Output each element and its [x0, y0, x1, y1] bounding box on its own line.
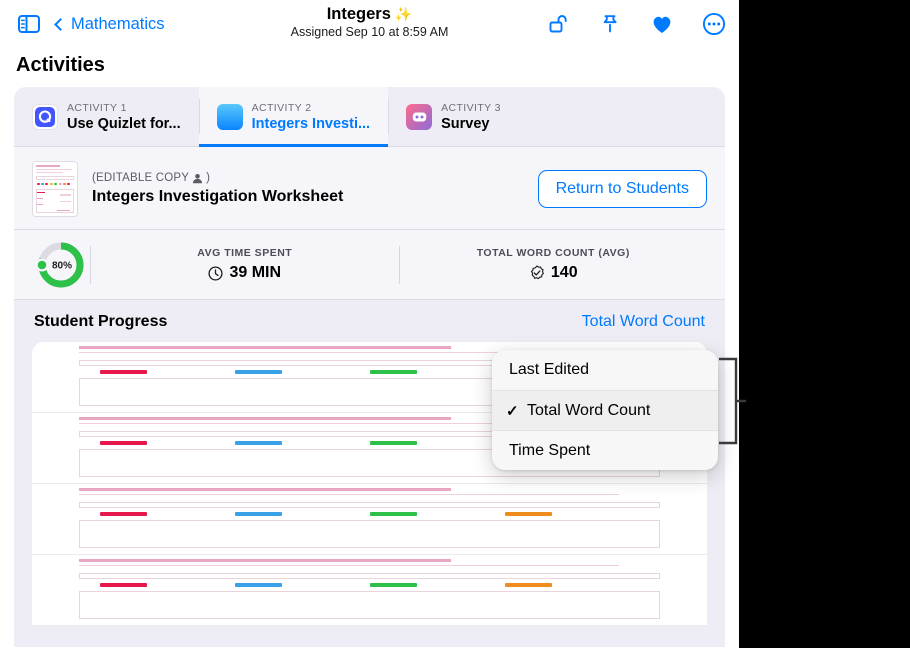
worksheet-thumbnail-art: [33, 162, 77, 216]
tab-activity-1-kicker: ACTIVITY 1: [67, 101, 181, 115]
stats-strip: 80% AVG TIME SPENT 39 MIN: [14, 230, 725, 300]
stat-avg-time-spent-value: 39 MIN: [229, 264, 281, 282]
pin-icon[interactable]: [597, 11, 623, 37]
completion-ring: 80%: [32, 239, 90, 291]
document-kicker-text: (EDITABLE COPY: [92, 172, 189, 184]
student-work-thumbnail-art: [550, 565, 590, 615]
menu-item-last-edited[interactable]: Last Edited: [492, 350, 718, 390]
document-meta: (EDITABLE COPY ) Integers Investigation …: [92, 172, 524, 206]
sidebar-icon[interactable]: [16, 13, 42, 35]
completion-ring-label: 80%: [52, 260, 72, 271]
document-title: Integers Investigation Worksheet: [92, 188, 524, 206]
table-row[interactable]: DE Daren Estrada ASKED TO TRY AGAIN: [32, 555, 707, 626]
activities-heading: Activities: [0, 48, 739, 87]
tab-activity-2-labels: ACTIVITY 2 Integers Investi...: [252, 101, 370, 133]
app-window: Mathematics Integers ✨ Assigned Sep 10 a…: [0, 0, 739, 648]
worksheet-thumbnail[interactable]: [32, 161, 78, 217]
chevron-left-icon: [54, 18, 67, 31]
back-button[interactable]: Mathematics: [56, 15, 165, 34]
sort-dropdown-menu[interactable]: Last Edited ✓ Total Word Count Time Spen…: [492, 350, 718, 470]
checkmark-icon: ✓: [506, 402, 519, 420]
row-right-group: ASKED TO TRY AGAIN: [374, 565, 689, 615]
return-to-students-button[interactable]: Return to Students: [538, 170, 707, 208]
page-title: Integers ✨: [210, 4, 530, 24]
tab-activity-1-labels: ACTIVITY 1 Use Quizlet for...: [67, 101, 181, 133]
document-row: (EDITABLE COPY ) Integers Investigation …: [14, 147, 725, 230]
assigned-timestamp: Assigned Sep 10 at 8:59 AM: [210, 25, 530, 40]
clock-icon: [208, 266, 223, 281]
tab-activity-3-kicker: ACTIVITY 3: [441, 101, 501, 115]
stat-avg-time-spent-value-group: 39 MIN: [91, 264, 399, 282]
activity-tabs: ACTIVITY 1 Use Quizlet for... ACTIVITY 2…: [14, 87, 725, 147]
nav-title-group: Integers ✨ Assigned Sep 10 at 8:59 AM: [210, 4, 530, 40]
student-work-thumbnail-art: [550, 494, 590, 544]
stat-total-word-count-value-group: 140: [400, 264, 708, 282]
document-kicker-close: ): [206, 172, 210, 184]
survey-app-icon: [406, 104, 432, 130]
more-circle-icon[interactable]: [701, 11, 727, 37]
screenshot-root: Mathematics Integers ✨ Assigned Sep 10 a…: [0, 0, 910, 648]
student-work-thumbnail[interactable]: [550, 494, 590, 544]
table-row[interactable]: BC Brian Cook READY FOR REVIEW: [32, 484, 707, 555]
tab-activity-2-kicker: ACTIVITY 2: [252, 101, 370, 115]
row-right-group: READY FOR REVIEW: [383, 494, 689, 544]
menu-item-time-spent-label: Time Spent: [509, 442, 590, 460]
unlock-icon[interactable]: [545, 11, 571, 37]
student-progress-header: Student Progress Total Word Count: [14, 300, 725, 342]
stat-avg-time-spent-label: AVG TIME SPENT: [91, 247, 399, 259]
menu-callout-bracket: [719, 356, 749, 446]
quizlet-app-icon: [32, 104, 58, 130]
menu-item-total-word-count[interactable]: ✓ Total Word Count: [492, 390, 718, 430]
files-app-icon: [217, 104, 243, 130]
student-progress-sort-button[interactable]: Total Word Count: [582, 313, 705, 331]
top-navigation-bar: Mathematics Integers ✨ Assigned Sep 10 a…: [0, 0, 739, 48]
tab-activity-1-title: Use Quizlet for...: [67, 115, 181, 133]
page-title-text: Integers: [327, 4, 391, 24]
tab-activity-3-labels: ACTIVITY 3 Survey: [441, 101, 501, 133]
stat-total-word-count-label: TOTAL WORD COUNT (AVG): [400, 247, 708, 259]
tab-activity-3-title: Survey: [441, 115, 501, 133]
tab-activity-2-title: Integers Investi...: [252, 115, 370, 133]
heart-icon[interactable]: [649, 11, 675, 37]
nav-left-group: Mathematics: [16, 13, 165, 35]
menu-item-time-spent[interactable]: Time Spent: [492, 430, 718, 470]
tab-activity-2[interactable]: ACTIVITY 2 Integers Investi...: [199, 87, 388, 146]
menu-item-total-word-count-label: Total Word Count: [509, 402, 650, 420]
person-icon: [192, 173, 203, 184]
student-progress-title: Student Progress: [34, 313, 167, 331]
student-work-thumbnail[interactable]: [550, 565, 590, 615]
tab-activity-1[interactable]: ACTIVITY 1 Use Quizlet for...: [14, 87, 199, 146]
document-kicker: (EDITABLE COPY ): [92, 172, 524, 184]
tab-activity-3[interactable]: ACTIVITY 3 Survey: [388, 87, 519, 146]
stat-avg-time-spent: AVG TIME SPENT 39 MIN: [91, 247, 399, 282]
back-button-label: Mathematics: [71, 15, 165, 34]
stat-total-word-count-value: 140: [551, 264, 578, 282]
nav-actions-group: [545, 0, 727, 48]
word-count-icon: [529, 265, 545, 281]
menu-item-last-edited-label: Last Edited: [509, 361, 589, 379]
stat-total-word-count: TOTAL WORD COUNT (AVG) 140: [400, 247, 708, 282]
sparkle-icon: ✨: [395, 4, 412, 24]
